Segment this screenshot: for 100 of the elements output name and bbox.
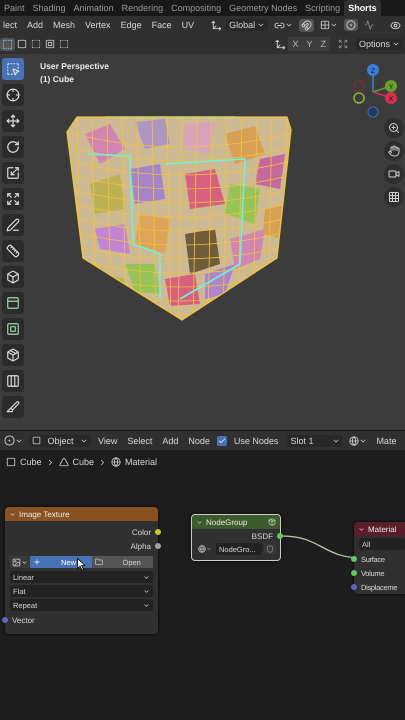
socket-dot[interactable] bbox=[155, 529, 161, 535]
curve-icon bbox=[364, 20, 374, 30]
select-mode-button[interactable] bbox=[43, 38, 57, 50]
menu-item[interactable]: Mesh bbox=[50, 20, 78, 30]
node-header[interactable]: Material bbox=[354, 522, 405, 536]
plus-icon bbox=[33, 558, 41, 566]
workspace-tab[interactable]: Geometry Nodes bbox=[225, 0, 302, 16]
check-icon bbox=[218, 436, 226, 444]
breadcrumb-item[interactable]: Cube bbox=[72, 457, 94, 467]
caret-icon bbox=[21, 558, 28, 566]
pen-icon bbox=[6, 218, 20, 232]
caret-icon bbox=[392, 40, 400, 48]
ruler-icon bbox=[6, 244, 20, 258]
options-dropdown[interactable]: Options bbox=[356, 38, 403, 50]
eye-icon bbox=[390, 20, 401, 30]
tool-button[interactable] bbox=[2, 396, 24, 418]
node-title: Material bbox=[368, 524, 396, 534]
select-mode-button[interactable] bbox=[15, 38, 29, 50]
socket-dot[interactable] bbox=[155, 543, 161, 549]
socket-dot[interactable] bbox=[351, 584, 357, 590]
socket-dot[interactable] bbox=[351, 570, 357, 576]
rotate-icon bbox=[6, 140, 20, 154]
socket-dot[interactable] bbox=[277, 533, 283, 539]
socket-label: BSDF bbox=[252, 532, 273, 540]
tool-button[interactable] bbox=[2, 266, 24, 288]
menu-item[interactable]: Add bbox=[159, 436, 182, 446]
menu-item[interactable]: Face bbox=[148, 20, 175, 30]
mode-dropdown[interactable]: Object bbox=[29, 434, 91, 446]
socket-dot[interactable] bbox=[351, 556, 357, 562]
workspace-tab[interactable]: Compositing bbox=[167, 0, 226, 16]
fake-user-button[interactable] bbox=[264, 544, 276, 554]
node-header[interactable]: NodeGroup bbox=[192, 515, 280, 529]
menu-item[interactable]: Vertex bbox=[82, 20, 114, 30]
zoom-icon bbox=[388, 122, 400, 134]
expand-icon bbox=[338, 39, 348, 49]
grid-icon bbox=[388, 191, 400, 203]
axis-toggle[interactable]: Y bbox=[302, 37, 316, 51]
caret-icon bbox=[285, 21, 294, 29]
orientation-dropdown[interactable]: Global bbox=[226, 19, 268, 31]
falloff-button[interactable] bbox=[362, 19, 376, 31]
node-title: Image Texture bbox=[19, 510, 70, 518]
tool-button[interactable] bbox=[2, 58, 24, 80]
select-mode-button[interactable] bbox=[29, 38, 43, 50]
menu-item[interactable]: Select bbox=[124, 436, 156, 446]
snap-toggle[interactable] bbox=[299, 18, 314, 32]
image-browse-button[interactable] bbox=[10, 556, 30, 568]
slice-icon bbox=[6, 400, 20, 414]
use-nodes-checkbox[interactable] bbox=[216, 436, 227, 446]
workspace-tab[interactable]: Animation bbox=[70, 0, 118, 16]
caret-icon bbox=[9, 510, 16, 518]
tool-button[interactable] bbox=[2, 370, 24, 392]
inset-icon bbox=[6, 322, 20, 336]
socket-dot[interactable] bbox=[2, 617, 8, 623]
socket-label: Vector bbox=[12, 616, 35, 624]
workspace-tab[interactable]: Paint bbox=[0, 0, 29, 16]
socket-label: Alpha bbox=[130, 542, 151, 550]
menu-item[interactable]: UV bbox=[178, 20, 198, 30]
axis-toggle[interactable]: Z bbox=[316, 37, 330, 51]
axis-toggle[interactable]: X bbox=[288, 37, 302, 51]
tool-button[interactable] bbox=[2, 188, 24, 210]
menu-item[interactable]: Node bbox=[185, 436, 213, 446]
menu-item[interactable]: lect bbox=[0, 20, 20, 30]
slot-dropdown[interactable]: Slot 1 bbox=[287, 434, 344, 446]
square-icon bbox=[17, 39, 27, 49]
workspace-tab[interactable]: Shorts bbox=[344, 0, 381, 16]
axes-icon bbox=[275, 38, 286, 50]
circle-dot-icon bbox=[346, 20, 356, 30]
tool-button[interactable] bbox=[2, 292, 24, 314]
tool-button[interactable] bbox=[2, 110, 24, 132]
breadcrumb-item[interactable]: Cube bbox=[20, 457, 42, 467]
dashed-square-icon bbox=[59, 39, 69, 49]
node-header[interactable]: Image Texture bbox=[5, 507, 158, 521]
material-name[interactable]: Mate bbox=[373, 436, 400, 446]
menu-item[interactable]: View bbox=[95, 436, 120, 446]
workspace-tab[interactable]: Scripting bbox=[301, 0, 344, 16]
zoom-button[interactable] bbox=[384, 118, 404, 138]
tool-button[interactable] bbox=[2, 214, 24, 236]
proportional-toggle[interactable] bbox=[344, 19, 358, 31]
workspace-tab[interactable]: Rendering bbox=[118, 0, 168, 16]
camera-button[interactable] bbox=[384, 164, 404, 184]
menu-item[interactable]: Edge bbox=[118, 20, 145, 30]
select-mode-button[interactable] bbox=[57, 38, 71, 50]
vertex-select-mode[interactable] bbox=[0, 38, 15, 50]
workspace-tab[interactable]: Shading bbox=[28, 0, 70, 16]
grid-view-button[interactable] bbox=[384, 187, 404, 207]
columns-icon bbox=[6, 374, 20, 388]
extrude-icon bbox=[6, 296, 20, 310]
tool-button[interactable] bbox=[2, 162, 24, 184]
tool-button[interactable] bbox=[2, 318, 24, 340]
tool-button[interactable] bbox=[2, 344, 24, 366]
group-browse-button[interactable] bbox=[196, 544, 214, 554]
tool-button[interactable] bbox=[2, 84, 24, 106]
crosshair-icon bbox=[6, 88, 20, 102]
pan-button[interactable] bbox=[384, 141, 404, 161]
object-name: (1) Cube bbox=[40, 74, 74, 84]
tool-button[interactable] bbox=[2, 240, 24, 262]
folder-icon bbox=[94, 558, 102, 566]
menu-item[interactable]: Add bbox=[24, 20, 46, 30]
tool-button[interactable] bbox=[2, 136, 24, 158]
breadcrumb-item[interactable]: Material bbox=[125, 457, 158, 467]
